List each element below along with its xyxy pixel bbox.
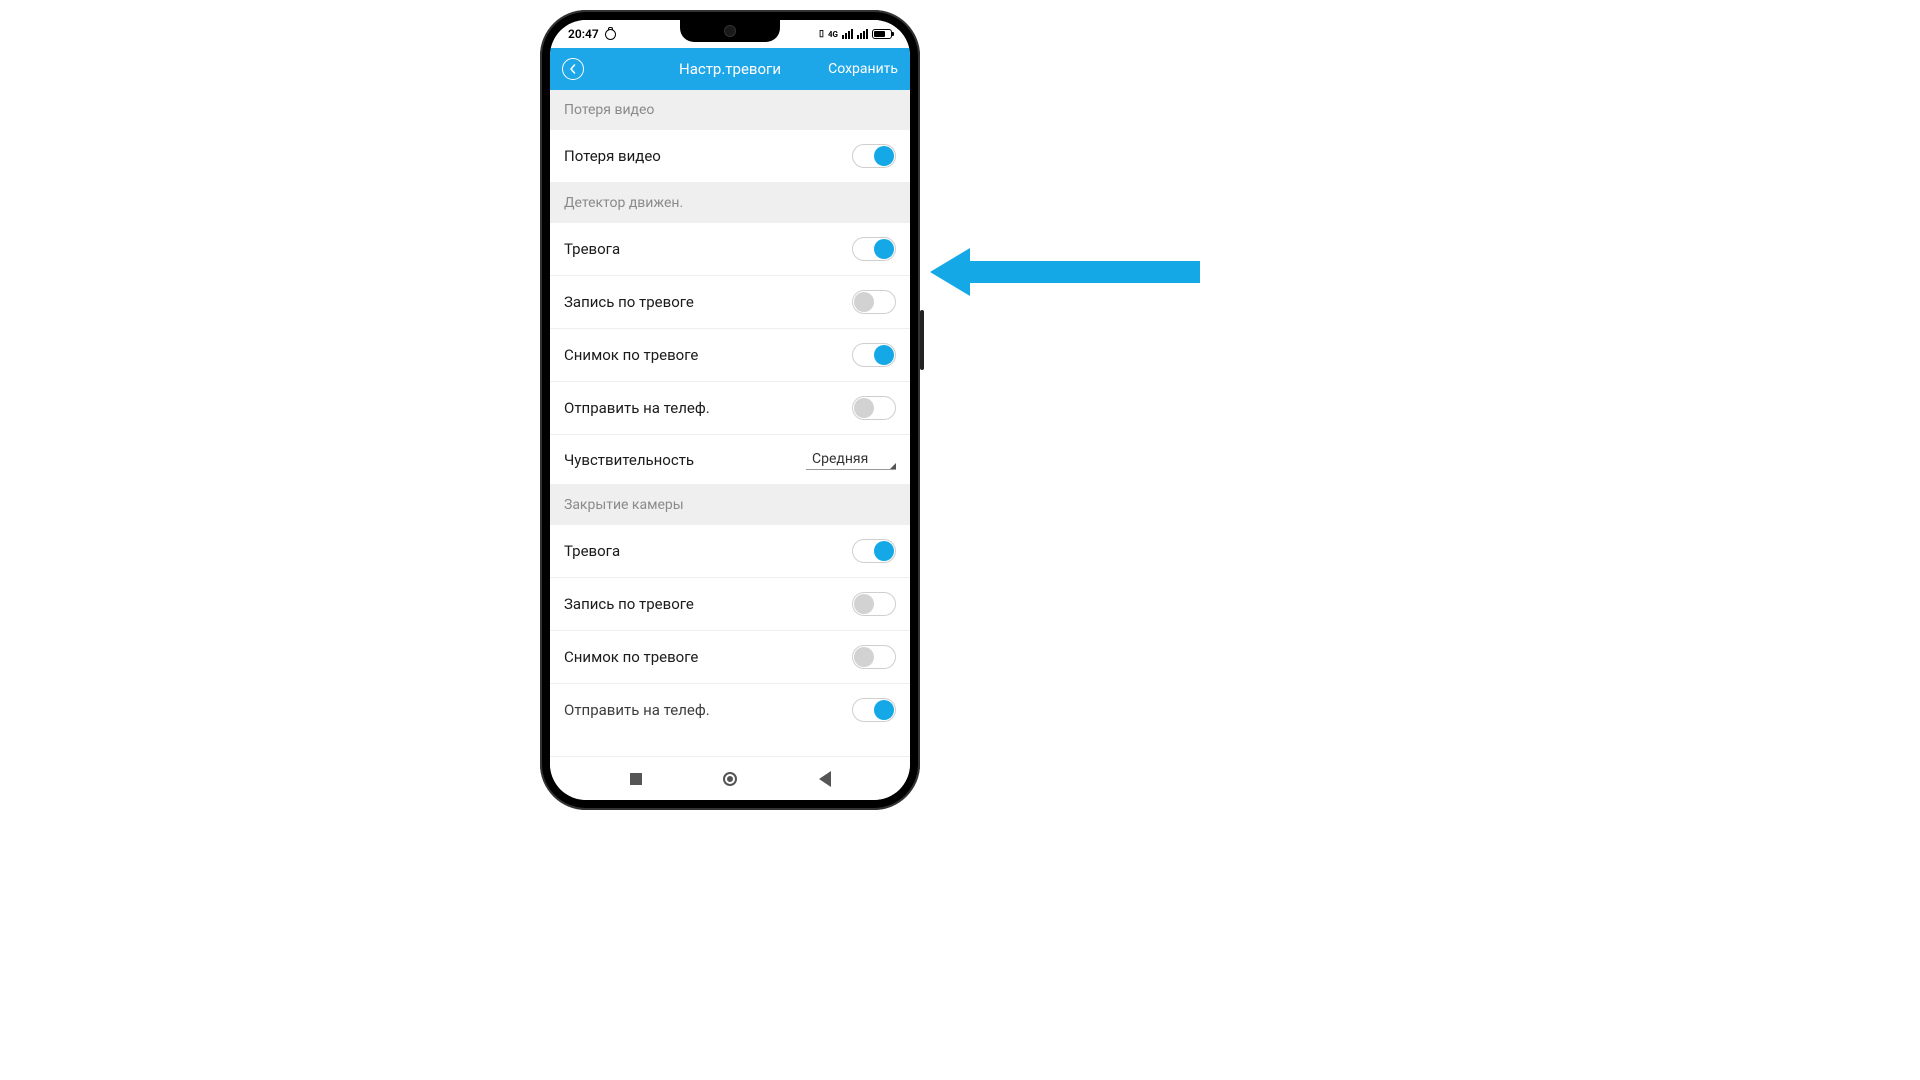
settings-content: Потеря видео Потеря видео Детектор движе… xyxy=(550,90,910,756)
arrow-left-icon xyxy=(930,248,970,296)
toggle-motion-record[interactable] xyxy=(852,290,896,314)
row-cover-record: Запись по тревоге xyxy=(550,578,910,631)
page-title: Настр.тревоги xyxy=(679,60,781,78)
network-label: 4G xyxy=(828,30,838,39)
sim-icon: ▯ xyxy=(819,29,824,39)
phone-side-button xyxy=(920,310,924,370)
label-motion-snapshot: Снимок по тревоге xyxy=(564,346,698,364)
battery-icon xyxy=(872,29,892,39)
toggle-motion-snapshot[interactable] xyxy=(852,343,896,367)
row-motion-alarm: Тревога xyxy=(550,223,910,276)
camera-notch xyxy=(680,20,780,42)
label-motion-alarm: Тревога xyxy=(564,240,620,258)
label-cover-send-phone: Отправить на телеф. xyxy=(564,701,710,719)
signal-icon-2 xyxy=(857,29,868,39)
section-header-motion: Детектор движен. xyxy=(550,183,910,223)
app-header: Настр.тревоги Сохранить xyxy=(550,48,910,90)
toggle-cover-send-phone[interactable] xyxy=(852,698,896,722)
toggle-motion-alarm[interactable] xyxy=(852,237,896,261)
nav-recents-button[interactable] xyxy=(627,770,645,788)
label-motion-sensitivity: Чувствительность xyxy=(564,451,694,469)
row-motion-send-phone: Отправить на телеф. xyxy=(550,382,910,435)
nav-home-button[interactable] xyxy=(721,770,739,788)
toggle-cover-alarm[interactable] xyxy=(852,539,896,563)
chevron-left-icon xyxy=(568,64,578,74)
signal-icon xyxy=(842,29,853,39)
row-cover-send-phone: Отправить на телеф. xyxy=(550,684,910,728)
back-button[interactable] xyxy=(562,58,584,80)
label-cover-alarm: Тревога xyxy=(564,542,620,560)
toggle-video-loss[interactable] xyxy=(852,144,896,168)
label-motion-record: Запись по тревоге xyxy=(564,293,694,311)
row-cover-alarm: Тревога xyxy=(550,525,910,578)
row-cover-snapshot: Снимок по тревоге xyxy=(550,631,910,684)
row-motion-sensitivity: Чувствительность Средняя xyxy=(550,435,910,485)
phone-screen: 20:47 ▯ 4G Настр.тревоги Сохранить Потер… xyxy=(550,20,910,800)
phone-frame: 20:47 ▯ 4G Настр.тревоги Сохранить Потер… xyxy=(540,10,920,810)
annotation-arrow xyxy=(930,248,1200,296)
toggle-cover-snapshot[interactable] xyxy=(852,645,896,669)
row-video-loss: Потеря видео xyxy=(550,130,910,183)
section-header-video-loss: Потеря видео xyxy=(550,90,910,130)
toggle-cover-record[interactable] xyxy=(852,592,896,616)
select-sensitivity[interactable]: Средняя xyxy=(806,449,896,470)
label-cover-record: Запись по тревоге xyxy=(564,595,694,613)
row-motion-snapshot: Снимок по тревоге xyxy=(550,329,910,382)
label-video-loss: Потеря видео xyxy=(564,147,661,165)
label-cover-snapshot: Снимок по тревоге xyxy=(564,648,698,666)
nav-back-button[interactable] xyxy=(816,770,834,788)
row-motion-record: Запись по тревоге xyxy=(550,276,910,329)
arrow-shaft xyxy=(970,261,1200,283)
label-motion-send-phone: Отправить на телеф. xyxy=(564,399,710,417)
status-time: 20:47 xyxy=(568,27,599,41)
android-nav-bar xyxy=(550,756,910,800)
alarm-clock-icon xyxy=(605,29,616,40)
section-header-cover: Закрытие камеры xyxy=(550,485,910,525)
save-button[interactable]: Сохранить xyxy=(828,61,898,77)
toggle-motion-send-phone[interactable] xyxy=(852,396,896,420)
